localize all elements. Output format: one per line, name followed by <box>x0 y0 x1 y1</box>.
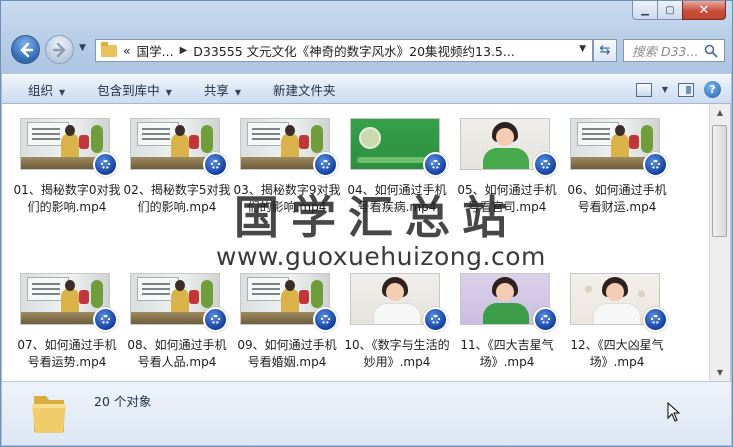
video-file-icon <box>313 152 338 177</box>
explorer-window: ▁ ▢ ✕ ▼ « 国学... ▶ D33555 文元文化《神奇的数字风水》20… <box>0 0 733 447</box>
breadcrumb-overflow[interactable]: « <box>123 43 131 58</box>
video-file-icon <box>203 307 228 332</box>
refresh-icon: ⇆ <box>599 43 611 58</box>
search-placeholder: 搜索 D33... <box>632 44 699 59</box>
forward-button[interactable] <box>45 35 74 64</box>
minimize-button[interactable]: ▁ <box>632 1 658 20</box>
close-button[interactable]: ✕ <box>682 1 726 20</box>
share-label: 共享 <box>203 82 229 98</box>
back-button[interactable] <box>11 35 40 64</box>
chevron-right-icon[interactable]: ▶ <box>180 45 188 56</box>
breadcrumb-current[interactable]: D33555 文元文化《神奇的数字风水》20集视频约13.5... <box>193 41 515 60</box>
refresh-button[interactable]: ⇆ <box>593 39 617 62</box>
file-name: 10、《数字与生活的妙用》.mp4 <box>344 338 450 369</box>
scrollbar-thumb[interactable] <box>712 125 727 237</box>
video-file-icon <box>423 307 448 332</box>
file-name: 06、如何通过手机号看财运.mp4 <box>567 183 667 214</box>
new-folder-label: 新建文件夹 <box>273 82 336 98</box>
change-view-icon[interactable] <box>635 82 652 97</box>
arrow-left-icon <box>19 42 33 57</box>
organize-menu[interactable]: 组织 ▼ <box>2 80 81 99</box>
file-list: 01、揭秘数字0对我们的影响.mp4 02、揭秘数字5对我们的影响.mp4 03… <box>2 104 709 381</box>
include-in-library-label: 包含到库中 <box>97 82 160 98</box>
folder-icon <box>101 41 117 57</box>
new-folder-button[interactable]: 新建文件夹 <box>257 80 352 99</box>
help-icon[interactable]: ? <box>704 81 721 98</box>
file-name: 01、揭秘数字0对我们的影响.mp4 <box>13 183 121 214</box>
breadcrumb-item[interactable]: 国学... <box>137 41 174 60</box>
file-name: 12、《四大凶星气场》.mp4 <box>570 338 664 369</box>
view-controls: ▼ ? <box>635 81 721 98</box>
recent-pages-dropdown[interactable]: ▼ <box>79 43 86 53</box>
video-file-icon <box>533 307 558 332</box>
address-bar[interactable]: « 国学... ▶ D33555 文元文化《神奇的数字风水》20集视频约13.5… <box>95 39 593 62</box>
file-name: 09、如何通过手机号看婚姻.mp4 <box>237 338 337 369</box>
file-name: 05、如何通过手机号看官司.mp4 <box>457 183 557 214</box>
vertical-scrollbar[interactable]: ▲ ▼ <box>709 104 730 381</box>
file-name: 11、《四大吉星气场》.mp4 <box>460 338 554 369</box>
chevron-down-icon[interactable]: ▼ <box>662 85 668 94</box>
video-file-icon <box>203 152 228 177</box>
caption-buttons: ▁ ▢ ✕ <box>632 1 726 20</box>
include-in-library-menu[interactable]: 包含到库中 ▼ <box>81 80 188 99</box>
file-name: 02、揭秘数字5对我们的影响.mp4 <box>123 183 231 214</box>
video-file-icon <box>313 307 338 332</box>
file-name: 04、如何通过手机号看疾病.mp4 <box>347 183 447 214</box>
organize-label: 组织 <box>28 82 54 98</box>
file-name: 03、揭秘数字9对我们的影响.mp4 <box>233 183 341 214</box>
maximize-button[interactable]: ▢ <box>657 1 683 20</box>
chevron-down-icon: ▼ <box>234 87 242 97</box>
search-icon[interactable] <box>704 44 718 58</box>
file-name: 08、如何通过手机号看人品.mp4 <box>127 338 227 369</box>
video-file-icon <box>93 152 118 177</box>
video-file-icon <box>423 152 448 177</box>
chevron-down-icon: ▼ <box>59 87 66 97</box>
file-name: 07、如何通过手机号看运势.mp4 <box>17 338 117 369</box>
item-count: 20 个对象 <box>94 394 152 409</box>
share-menu[interactable]: 共享 ▼ <box>188 80 257 99</box>
scroll-up-button[interactable]: ▲ <box>710 104 730 121</box>
search-input[interactable]: 搜索 D33... <box>623 39 725 62</box>
scroll-down-button[interactable]: ▼ <box>710 364 730 381</box>
chevron-down-icon[interactable]: ▼ <box>579 44 586 54</box>
video-file-icon <box>533 152 558 177</box>
command-bar: 组织 ▼ 包含到库中 ▼ 共享 ▼ 新建文件夹 ▼ ? <box>2 74 731 104</box>
mouse-cursor-icon <box>667 402 681 422</box>
chevron-down-icon: ▼ <box>165 87 172 97</box>
arrow-right-icon <box>52 42 66 57</box>
video-file-icon <box>643 152 668 177</box>
video-file-icon <box>643 307 668 332</box>
folder-icon <box>32 396 66 433</box>
video-file-icon <box>93 307 118 332</box>
status-bar: 20 个对象 <box>2 381 731 445</box>
preview-pane-icon[interactable] <box>678 82 694 97</box>
